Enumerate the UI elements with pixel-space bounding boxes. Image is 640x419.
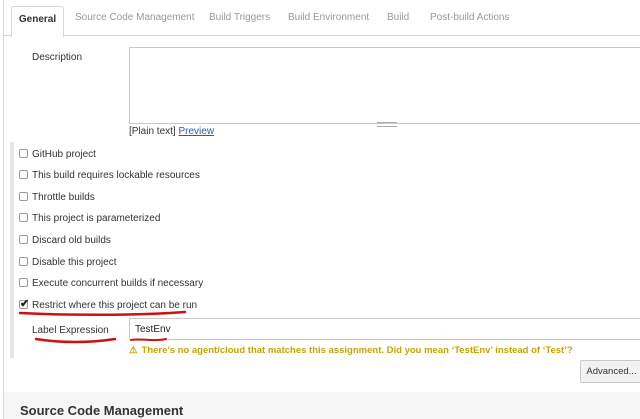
option-label: This project is parameterized — [32, 213, 161, 224]
description-textarea[interactable] — [129, 47, 640, 124]
description-format-row: [Plain text] Preview — [129, 126, 214, 137]
tab-build[interactable]: Build — [387, 0, 409, 36]
checkbox[interactable] — [19, 192, 28, 201]
tab-post-build-actions[interactable]: Post-build Actions — [430, 0, 510, 36]
option-label: GitHub project — [32, 149, 96, 160]
warning-text: There’s no agent/cloud that matches this… — [141, 345, 573, 356]
section-title-source-code-management: Source Code Management — [20, 403, 184, 418]
checkmark-icon: ✔ — [20, 298, 30, 310]
preview-link[interactable]: Preview — [178, 126, 214, 137]
checkbox[interactable] — [19, 170, 28, 179]
option-label: Disable this project — [32, 257, 117, 268]
checkbox[interactable] — [19, 235, 28, 244]
advanced-button[interactable]: Advanced... — [580, 360, 640, 383]
option-label: Restrict where this project can be run — [32, 300, 198, 311]
warning-icon: ⚠ — [129, 345, 138, 356]
tabs-divider — [4, 35, 640, 36]
option-label: This build requires lockable resources — [32, 170, 200, 181]
job-config-panel: General Source Code Management Build Tri… — [3, 0, 640, 419]
tab-build-environment[interactable]: Build Environment — [288, 0, 369, 36]
description-label: Description — [32, 52, 83, 63]
option-label: Throttle builds — [32, 192, 95, 203]
label-expression-input[interactable] — [129, 318, 640, 340]
checkbox[interactable] — [19, 213, 28, 222]
checkbox-checked[interactable]: ✔ — [19, 298, 30, 310]
checkbox[interactable] — [19, 149, 28, 158]
option-label: Execute concurrent builds if necessary — [32, 278, 204, 289]
tab-source-code-management[interactable]: Source Code Management — [75, 0, 195, 36]
tab-general[interactable]: General — [11, 6, 64, 37]
plain-text-label: [Plain text] — [129, 126, 176, 137]
checkbox[interactable] — [19, 278, 28, 287]
config-tabs: General Source Code Management Build Tri… — [4, 0, 640, 37]
checkbox[interactable] — [19, 257, 28, 266]
label-expression-label: Label Expression — [32, 325, 109, 336]
warning-message: ⚠ There’s no agent/cloud that matches thi… — [129, 345, 573, 356]
section-indent-bar — [10, 142, 14, 358]
textarea-resize-handle[interactable] — [377, 122, 397, 127]
tab-build-triggers[interactable]: Build Triggers — [209, 0, 270, 36]
option-label: Discard old builds — [32, 235, 111, 246]
